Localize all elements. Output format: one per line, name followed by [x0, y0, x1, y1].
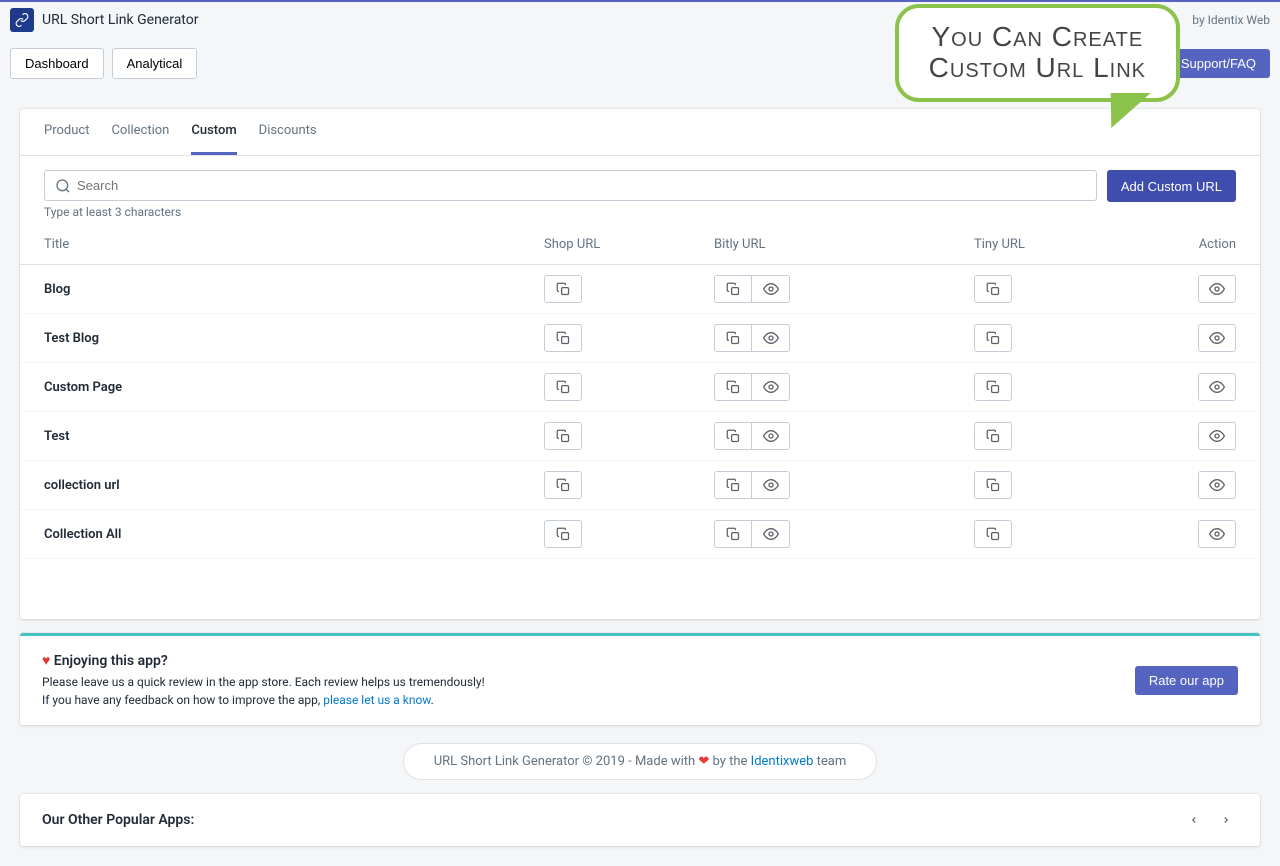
tab-product[interactable]: Product — [44, 109, 89, 155]
add-custom-url-button[interactable]: Add Custom URL — [1107, 170, 1236, 202]
row-title: collection url — [44, 478, 544, 493]
heart-icon: ♥ — [42, 653, 50, 669]
vendor-text: by Identix Web — [1192, 13, 1270, 27]
carousel-prev-button[interactable] — [1182, 808, 1206, 832]
promo-bubble: You Can Create Custom Url Link — [895, 4, 1180, 102]
enjoy-line1: Please leave us a quick review in the ap… — [42, 673, 485, 691]
table-row: Test Blog — [20, 314, 1260, 363]
tab-custom[interactable]: Custom — [191, 109, 236, 155]
copy-bitly-url-button[interactable] — [714, 422, 752, 450]
carousel-next-button[interactable] — [1214, 808, 1238, 832]
view-bitly-url-button[interactable] — [752, 324, 790, 352]
copy-shop-url-button[interactable] — [544, 520, 582, 548]
table: Title Shop URL Bitly URL Tiny URL Action… — [20, 225, 1260, 559]
table-row: collection url — [20, 461, 1260, 510]
copy-shop-url-button[interactable] — [544, 275, 582, 303]
copy-shop-url-button[interactable] — [544, 324, 582, 352]
app-title: URL Short Link Generator — [42, 12, 198, 28]
row-title: Custom Page — [44, 380, 544, 395]
search-input[interactable] — [71, 176, 1086, 195]
other-apps-card: Our Other Popular Apps: — [20, 794, 1260, 846]
enjoy-card: ♥ Enjoying this app? Please leave us a q… — [20, 633, 1260, 725]
table-head: Title Shop URL Bitly URL Tiny URL Action — [20, 225, 1260, 265]
row-title: Collection All — [44, 527, 544, 542]
identixweb-link[interactable]: Identixweb — [751, 754, 814, 769]
col-action: Action — [1134, 237, 1236, 252]
enjoy-heading: Enjoying this app? — [54, 653, 168, 669]
view-bitly-url-button[interactable] — [752, 520, 790, 548]
col-tiny: Tiny URL — [974, 237, 1134, 252]
col-title: Title — [44, 237, 544, 252]
dashboard-button[interactable]: Dashboard — [10, 48, 104, 79]
footer: URL Short Link Generator © 2019 - Made w… — [20, 725, 1260, 790]
view-action-button[interactable] — [1198, 520, 1236, 548]
table-row: Test — [20, 412, 1260, 461]
copy-shop-url-button[interactable] — [544, 422, 582, 450]
table-row: Custom Page — [20, 363, 1260, 412]
copy-bitly-url-button[interactable] — [714, 471, 752, 499]
tabs: Product Collection Custom Discounts — [20, 109, 1260, 156]
view-action-button[interactable] — [1198, 275, 1236, 303]
view-action-button[interactable] — [1198, 422, 1236, 450]
col-shop: Shop URL — [544, 237, 714, 252]
copy-shop-url-button[interactable] — [544, 373, 582, 401]
copy-tiny-url-button[interactable] — [974, 471, 1012, 499]
table-row: Collection All — [20, 510, 1260, 559]
analytical-button[interactable]: Analytical — [112, 48, 198, 79]
copy-shop-url-button[interactable] — [544, 471, 582, 499]
copy-bitly-url-button[interactable] — [714, 520, 752, 548]
search-hint: Type at least 3 characters — [44, 205, 1097, 219]
view-bitly-url-button[interactable] — [752, 275, 790, 303]
row-title: Test — [44, 429, 544, 444]
support-button[interactable]: Support/FAQ — [1167, 49, 1270, 78]
row-title: Blog — [44, 282, 544, 297]
view-action-button[interactable] — [1198, 471, 1236, 499]
other-apps-title: Our Other Popular Apps: — [42, 812, 194, 828]
heart-icon: ❤ — [698, 754, 709, 769]
copy-tiny-url-button[interactable] — [974, 422, 1012, 450]
copy-bitly-url-button[interactable] — [714, 373, 752, 401]
col-bitly: Bitly URL — [714, 237, 974, 252]
copy-bitly-url-button[interactable] — [714, 324, 752, 352]
search-input-wrap — [44, 170, 1097, 201]
search-icon — [55, 178, 71, 194]
table-row: Blog — [20, 265, 1260, 314]
view-bitly-url-button[interactable] — [752, 373, 790, 401]
app-logo-icon — [10, 8, 34, 32]
view-action-button[interactable] — [1198, 373, 1236, 401]
tab-collection[interactable]: Collection — [111, 109, 169, 155]
tab-discounts[interactable]: Discounts — [259, 109, 317, 155]
row-title: Test Blog — [44, 331, 544, 346]
copy-bitly-url-button[interactable] — [714, 275, 752, 303]
view-action-button[interactable] — [1198, 324, 1236, 352]
copy-tiny-url-button[interactable] — [974, 324, 1012, 352]
main-card: Product Collection Custom Discounts Type… — [20, 109, 1260, 619]
feedback-link[interactable]: please let us a know — [323, 693, 430, 707]
view-bitly-url-button[interactable] — [752, 422, 790, 450]
copy-tiny-url-button[interactable] — [974, 520, 1012, 548]
copy-tiny-url-button[interactable] — [974, 275, 1012, 303]
view-bitly-url-button[interactable] — [752, 471, 790, 499]
rate-app-button[interactable]: Rate our app — [1135, 666, 1238, 695]
copy-tiny-url-button[interactable] — [974, 373, 1012, 401]
